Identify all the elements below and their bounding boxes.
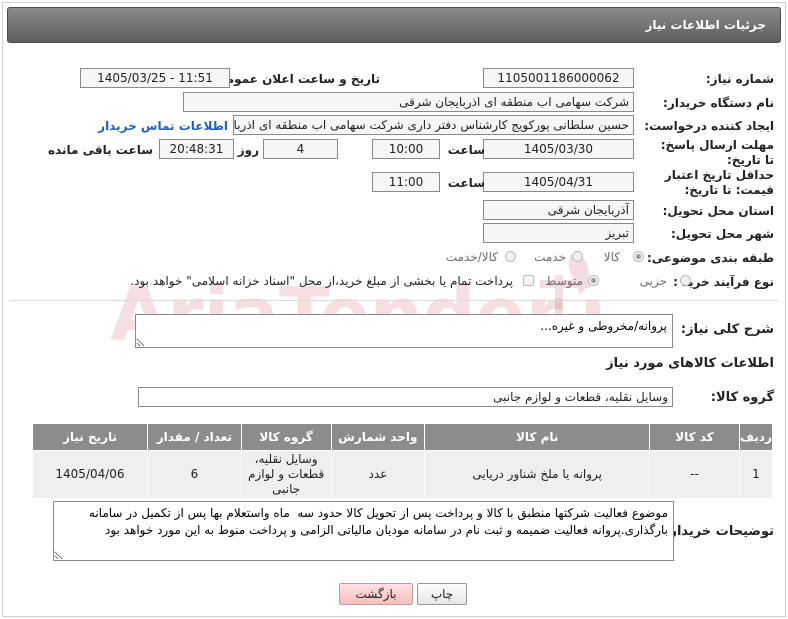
description-label: شرح کلی نیاز: xyxy=(680,322,774,337)
delivery-city-label: شهر محل تحویل: xyxy=(670,227,774,241)
cell-code: -- xyxy=(649,450,740,499)
buyer-contact-link[interactable]: اطلاعات تماس خریدار xyxy=(98,119,228,133)
cell-row: 1 xyxy=(738,450,774,499)
table-row: 1 -- پروانه یا ملخ شناور دریایی عدد وسای… xyxy=(32,450,774,499)
treasury-payment-checkbox[interactable] xyxy=(523,275,534,286)
page-header: جزئیات اطلاعات نیاز xyxy=(7,7,781,43)
requester-label: ایجاد کننده درخواست: xyxy=(644,119,774,133)
cell-name: پروانه یا ملخ شناور دریایی xyxy=(424,450,651,499)
deadline-date-field[interactable]: 1405/03/30 xyxy=(483,139,634,159)
process-radio-minor[interactable] xyxy=(680,275,691,286)
deadline-label: مهلت ارسال پاسخ: تا تاریخ: xyxy=(660,138,774,167)
announce-date-field[interactable]: 1405/03/25 - 11:51 xyxy=(80,68,230,88)
goods-group-label: گروه کالا: xyxy=(710,390,774,405)
delivery-province-label: استان محل تحویل: xyxy=(662,204,774,218)
price-validity-time-label: ساعت xyxy=(447,176,485,190)
process-option-minor: جزیی xyxy=(639,274,667,288)
buyer-org-label: نام دستگاه خریدار: xyxy=(663,96,774,110)
back-button[interactable]: بازگشت xyxy=(339,583,413,605)
category-option-goods-service: کالا/خدمت xyxy=(445,250,498,264)
category-label: طبقه بندی موضوعی: xyxy=(646,251,774,265)
category-radio-service[interactable] xyxy=(572,251,583,262)
need-number-field[interactable]: 1105001186000062 xyxy=(483,68,634,88)
col-date: تاریخ نیاز xyxy=(32,423,148,451)
col-row: ردیف xyxy=(738,423,774,451)
price-validity-time-field[interactable]: 11:00 xyxy=(372,172,440,192)
process-radio-medium[interactable] xyxy=(588,275,599,286)
price-validity-date-field[interactable]: 1405/04/31 xyxy=(483,172,634,192)
col-code: کد کالا xyxy=(649,423,740,451)
cell-unit: عدد xyxy=(330,450,426,499)
col-name: نام کالا xyxy=(424,423,651,451)
col-qty: تعداد / مقدار xyxy=(147,423,242,451)
remaining-time-label: ساعت باقی مانده xyxy=(47,143,153,157)
need-number-label: شماره نیاز: xyxy=(705,72,774,86)
remaining-time-field[interactable]: 20:48:31 xyxy=(159,139,234,159)
remaining-days-field[interactable]: 4 xyxy=(263,139,338,159)
category-option-goods: کالا xyxy=(603,250,620,264)
section-divider xyxy=(10,300,778,301)
goods-group-field[interactable]: وسایل نقلیه، قطعات و لوازم جانبی xyxy=(138,387,673,407)
category-radio-goods-service[interactable] xyxy=(505,251,516,262)
requester-field[interactable]: حسین سلطانی پورکویج کارشناس دفتر داری شر… xyxy=(233,115,634,135)
price-validity-label: حداقل تاریخ اعتبار قیمت: تا تاریخ: xyxy=(664,168,774,197)
deadline-time-label: ساعت xyxy=(447,143,485,157)
col-unit: واحد شمارش xyxy=(330,423,426,451)
cell-date: 1405/04/06 xyxy=(32,450,148,499)
category-option-service: خدمت xyxy=(534,250,566,264)
cell-group: وسایل نقلیه، قطعات و لوازم جانبی xyxy=(240,450,332,499)
goods-section-title: اطلاعات کالاهای مورد نیاز xyxy=(606,356,774,371)
buyer-notes-textarea[interactable]: موضوع فعالیت شرکتها منطبق با کالا و پردا… xyxy=(53,501,674,561)
announce-date-label: تاریخ و ساعت اعلان عمومی: xyxy=(209,72,380,86)
category-radio-goods[interactable] xyxy=(633,251,644,262)
page-title: جزئیات اطلاعات نیاز xyxy=(645,18,766,32)
goods-table: ردیف کد کالا نام کالا واحد شمارش گروه کا… xyxy=(32,423,774,499)
cell-qty: 6 xyxy=(147,450,242,499)
col-group: گروه کالا xyxy=(240,423,332,451)
print-button[interactable]: چاپ xyxy=(417,583,467,605)
goods-table-header: ردیف کد کالا نام کالا واحد شمارش گروه کا… xyxy=(32,423,774,451)
buyer-org-field[interactable]: شرکت سهامی اب منطقه ای اذربایجان شرقی xyxy=(183,92,634,112)
buyer-notes-label: توضیحات خریدار: xyxy=(664,524,774,539)
delivery-city-field[interactable]: تبریز xyxy=(483,223,634,243)
process-option-medium: متوسط xyxy=(545,274,583,288)
deadline-time-field[interactable]: 10:00 xyxy=(372,139,440,159)
treasury-payment-note: پرداخت تمام یا بخشی از مبلغ خرید،از محل … xyxy=(130,274,513,288)
delivery-province-field[interactable]: آذربایجان شرقی xyxy=(483,200,634,220)
description-textarea[interactable]: پروانه/مخروطی و غیره... xyxy=(135,314,673,348)
